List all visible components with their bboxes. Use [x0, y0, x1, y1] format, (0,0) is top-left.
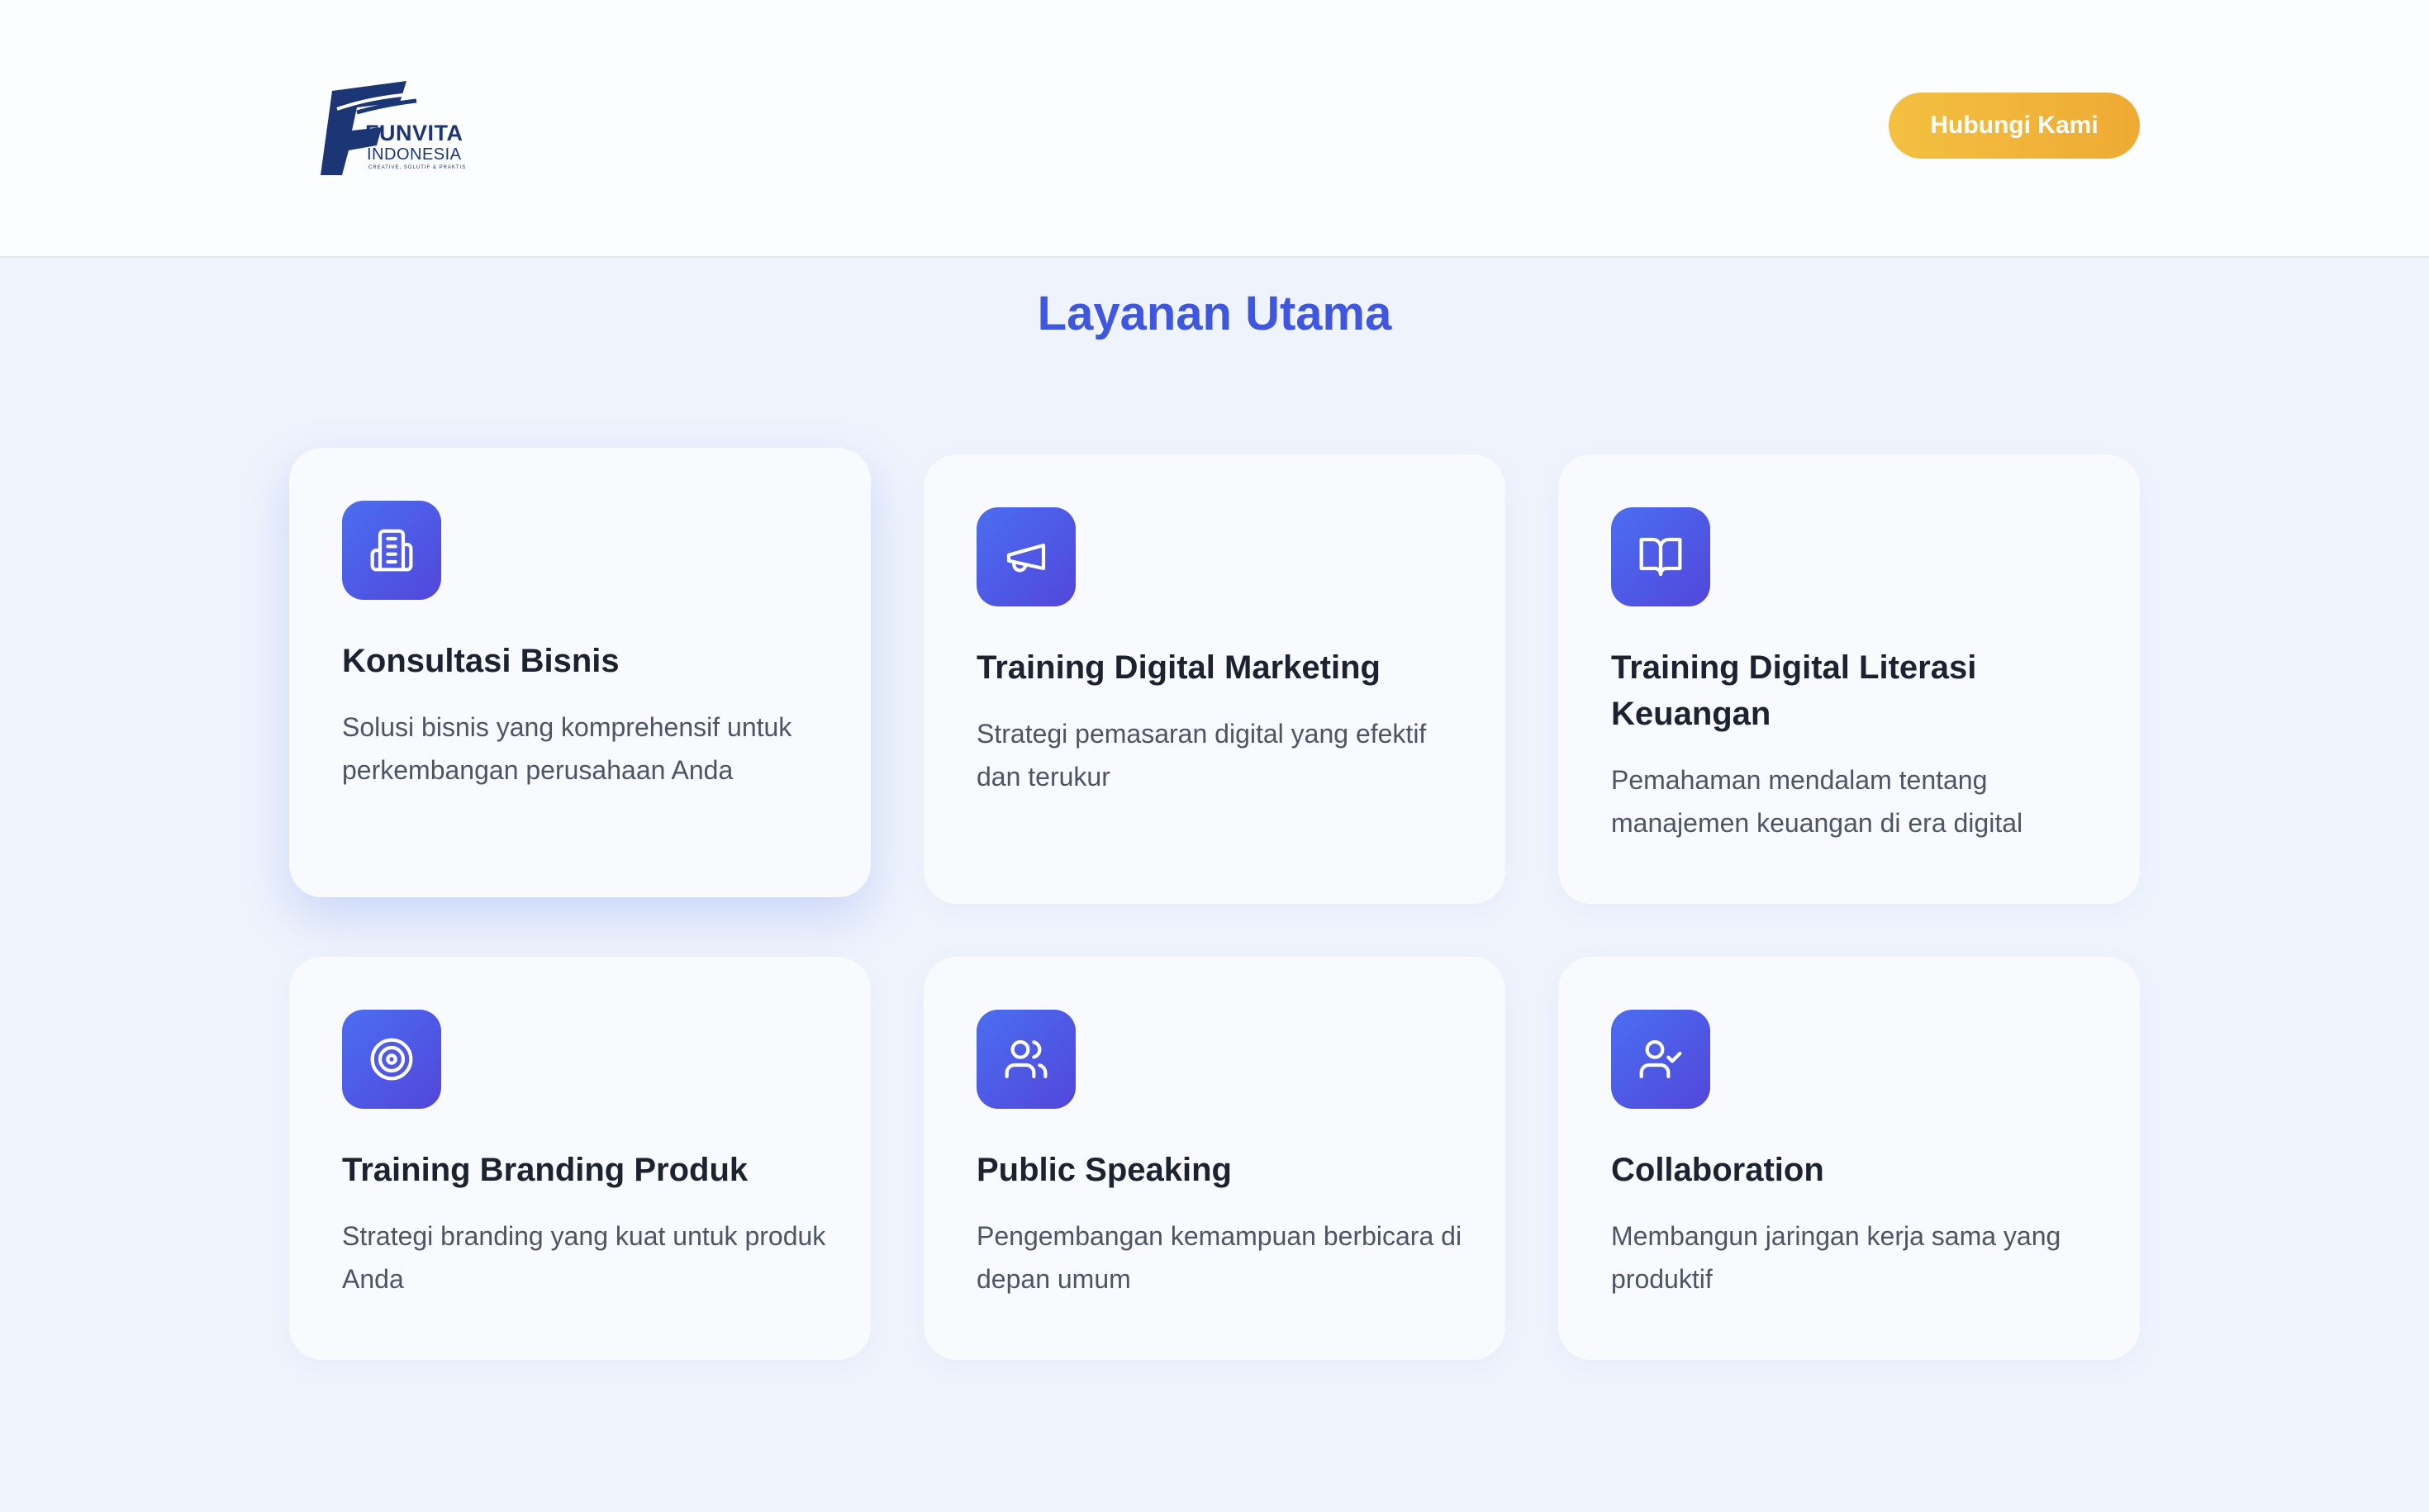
- logo-name: FUNVITA: [365, 121, 463, 145]
- user-check-icon: [1611, 1010, 1710, 1109]
- service-description: Pemahaman mendalam tentang manajemen keu…: [1611, 765, 2023, 838]
- service-description: Strategi pemasaran digital yang efektif …: [977, 719, 1427, 792]
- service-title: Training Digital Marketing: [977, 649, 1381, 686]
- page-title: Layanan Utama: [1037, 287, 1392, 340]
- service-title: Public Speaking: [977, 1152, 1232, 1188]
- megaphone-icon: [977, 507, 1076, 606]
- service-description: Solusi bisnis yang komprehensif untuk pe…: [342, 712, 792, 785]
- logo-subtitle: INDONESIA: [367, 145, 462, 164]
- service-description: Membangun jaringan kerja sama yang produ…: [1611, 1221, 2061, 1294]
- service-card-literasi-keuangan[interactable]: Training Digital Literasi Keuangan Pemah…: [1558, 454, 2140, 904]
- service-card-collaboration[interactable]: Collaboration Membangun jaringan kerja s…: [1558, 957, 2140, 1360]
- target-icon: [342, 1010, 441, 1109]
- service-card-branding-produk[interactable]: Training Branding Produk Strategi brandi…: [289, 957, 871, 1360]
- service-card-public-speaking[interactable]: Public Speaking Pengembangan kemampuan b…: [924, 957, 1505, 1360]
- funvita-logo[interactable]: FUNVITA INDONESIA CREATIVE, SOLUTIF & PR…: [321, 79, 486, 175]
- service-card-digital-marketing[interactable]: Training Digital Marketing Strategi pema…: [924, 454, 1505, 904]
- users-icon: [977, 1010, 1076, 1109]
- site-header: FUNVITA INDONESIA CREATIVE, SOLUTIF & PR…: [0, 0, 2429, 258]
- service-card-konsultasi-bisnis[interactable]: Konsultasi Bisnis Solusi bisnis yang kom…: [289, 448, 871, 897]
- service-title: Collaboration: [1611, 1152, 1824, 1188]
- building-icon: [342, 501, 441, 600]
- service-title: Training Digital Literasi Keuangan: [1611, 649, 1977, 732]
- service-title: Training Branding Produk: [342, 1152, 749, 1188]
- logo-tagline: CREATIVE, SOLUTIF & PRAKTIS: [368, 165, 467, 170]
- service-description: Strategi branding yang kuat untuk produk…: [342, 1221, 826, 1294]
- book-open-icon: [1611, 507, 1710, 606]
- contact-button[interactable]: Hubungi Kami: [1889, 93, 2140, 159]
- service-description: Pengembangan kemampuan berbicara di depa…: [977, 1221, 1462, 1294]
- service-title: Konsultasi Bisnis: [342, 643, 620, 679]
